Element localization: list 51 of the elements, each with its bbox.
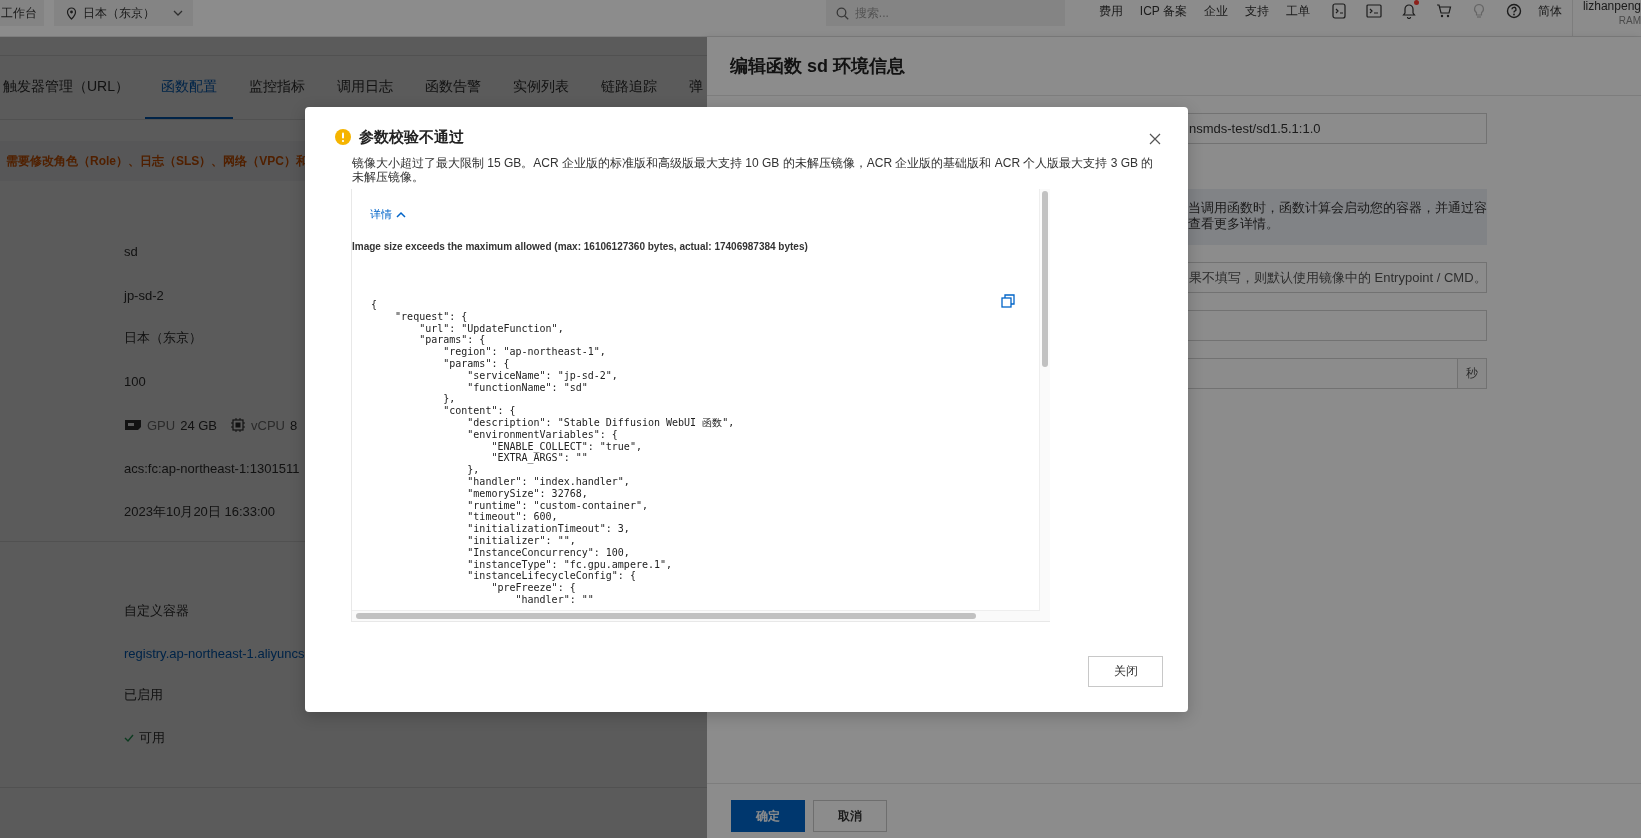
tab[interactable]: 触发器管理（URL） <box>0 56 145 119</box>
cart-icon[interactable] <box>1436 3 1453 19</box>
resource-value: 24 GB <box>180 417 218 433</box>
info-text: 查看更多详情。 <box>1188 216 1280 232</box>
copy-icon[interactable] <box>1001 294 1015 308</box>
nav-link[interactable]: 支持 <box>1244 2 1269 20</box>
details-toggle[interactable]: 详情 <box>370 207 406 222</box>
gpu-card-icon <box>124 418 142 433</box>
nav-link[interactable]: ICP 备案 <box>1139 2 1187 20</box>
info-text: 当调用函数时，函数计算会启动您的容器，并通过容 <box>1188 200 1487 216</box>
close-button[interactable]: 关闭 <box>1088 656 1163 687</box>
resource-value: 8 <box>290 417 298 433</box>
nav-link[interactable]: 费用 <box>1098 2 1123 20</box>
field-value: acs:fc:ap-northeast-1:1301511 <box>124 461 300 477</box>
field-value: jp-sd-2 <box>124 287 164 303</box>
notification-bell-icon[interactable] <box>1401 3 1418 19</box>
region-label: 日本（东京） <box>83 4 155 22</box>
region-selector[interactable]: 日本（东京） <box>54 0 193 26</box>
chip-icon <box>230 417 247 434</box>
field-value: sd <box>124 244 138 260</box>
field-value: 2023年10月20日 16:33:00 <box>124 503 276 522</box>
dialog-title: 参数校验不通过 <box>359 127 464 147</box>
cancel-button[interactable]: 取消 <box>813 800 887 832</box>
error-detail: Image size exceeds the maximum allowed (max: 16106127360 bytes, actual: 17406987384 bytes) <box>352 241 808 252</box>
field-value: 100 <box>124 374 146 390</box>
user-name[interactable]: lizhanpeng <box>1582 0 1641 12</box>
field-value: 已启用 <box>124 686 163 705</box>
warning-icon <box>335 129 351 145</box>
chevron-down-icon <box>173 10 183 16</box>
horizontal-scrollbar[interactable] <box>352 610 1040 621</box>
drawer-title: 编辑函数 sd 环境信息 <box>730 55 905 78</box>
shell-icon[interactable] <box>1331 3 1348 19</box>
search-icon <box>835 7 849 20</box>
help-icon[interactable] <box>1506 3 1523 19</box>
unit-addon: 秒 <box>1457 358 1487 389</box>
close-icon[interactable] <box>1149 133 1161 145</box>
error-message: 镜像大小超过了最大限制 15 GB。ACR 企业版的标准版和高级版最大支持 10 GB 的未解压镜像，ACR 企业版的基础版和 ACR 个人版最大支持 3 GB 的未解压镜像。 <box>352 156 1155 184</box>
tab[interactable]: 监控指标 <box>233 56 321 119</box>
confirm-button[interactable]: 确定 <box>731 800 805 832</box>
code-text: { "request": { "url": "UpdateFunction", "params": { "region": "ap-northeast-1", "params": { "serviceName": "jp-sd-2", "functionName": "sd" }, "content": { "description": "Stable Diffusion WebUI 函数", "environmentVariables": { "ENABLE_COLLECT": "true", "EXTRA_ARGS": "" }, "handler": "index.handler", "memorySize": 32768, "runtime": "custom-container", "timeout": 600, "initializationTimeout": 3, "initializer": "", "InstanceConcurrency": 100, "instanceType": "fc.gpu.ampere.1", "instanceLifecycleConfig": { "preFreeze": { "handler": "" <box>371 299 735 606</box>
nav-link[interactable]: 工单 <box>1285 2 1310 20</box>
nav-link[interactable]: 企业 <box>1203 2 1228 20</box>
language-link[interactable]: 简体 <box>1537 0 1562 22</box>
location-pin-icon <box>66 6 77 20</box>
field-value: 自定义容器 <box>124 601 189 620</box>
vertical-scrollbar[interactable] <box>1039 189 1050 621</box>
terminal-icon[interactable] <box>1366 3 1383 19</box>
workspace-button[interactable]: 工作台 <box>0 0 44 26</box>
status-text: 可用 <box>139 728 165 747</box>
user-role: RAM <box>1618 15 1641 27</box>
field-value: 日本（东京） <box>124 329 202 348</box>
